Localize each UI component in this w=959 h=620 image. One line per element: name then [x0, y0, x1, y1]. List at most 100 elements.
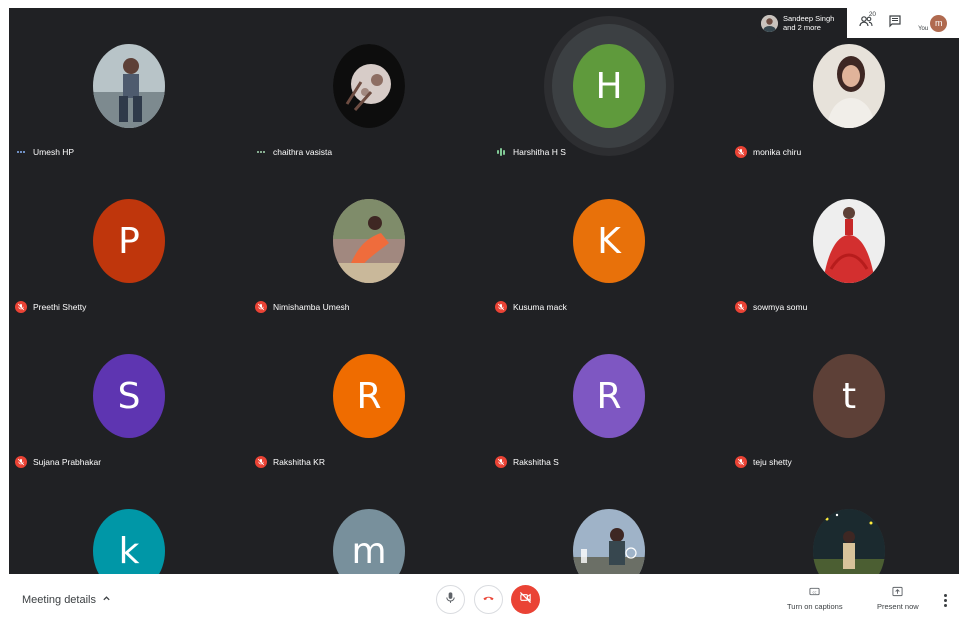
participant-avatar: S — [93, 354, 165, 438]
participant-name: Sujana Prabhakar — [33, 457, 102, 467]
participant-avatar: R — [333, 354, 405, 438]
participant-tile[interactable]: K Kusuma mack — [489, 163, 729, 318]
speaker-avatar — [761, 14, 778, 32]
audio-dots-icon — [255, 146, 267, 158]
participant-name-row: Nimishamba Umesh — [255, 299, 350, 315]
participant-name: chaithra vasista — [273, 147, 333, 157]
chat-button[interactable] — [888, 14, 902, 33]
speaker-name: Sandeep Singh — [783, 14, 835, 23]
participant-avatar: t — [813, 354, 885, 438]
participant-tile[interactable]: P Preethi Shetty — [9, 163, 249, 318]
participant-name: Harshitha H S — [513, 147, 566, 157]
participant-name-row: Umesh HP — [15, 144, 74, 160]
top-right-panel: Sandeep Singh and 2 more 20 You m — [757, 8, 959, 38]
participant-avatar — [573, 509, 645, 574]
participant-avatar — [813, 44, 885, 128]
participant-name: sowmya somu — [753, 302, 808, 312]
participant-tile[interactable]: Nimishamba Umesh — [249, 163, 489, 318]
mic-off-icon — [735, 456, 747, 468]
leave-call-button[interactable] — [474, 585, 503, 614]
participant-tile[interactable]: chaithra vasista — [249, 8, 489, 163]
mic-off-icon — [495, 456, 507, 468]
participant-tile[interactable]: H Harshitha H S — [489, 8, 729, 163]
more-options-button[interactable] — [944, 594, 947, 607]
camera-off-button[interactable] — [511, 585, 540, 614]
participant-name-row: Rakshitha S — [495, 454, 559, 470]
participant-avatar — [333, 44, 405, 128]
participant-name-row: Rakshitha KR — [255, 454, 325, 470]
self-view[interactable]: You m — [918, 14, 948, 32]
participant-avatar: R — [573, 354, 645, 438]
participant-name-row: chaithra vasista — [255, 144, 332, 160]
participant-name: Kusuma mack — [513, 302, 567, 312]
participant-name-row: Preethi Shetty — [15, 299, 86, 315]
participant-name: Nimishamba Umesh — [273, 302, 350, 312]
participant-avatar: P — [93, 199, 165, 283]
participant-name-row: Harshitha H S — [495, 144, 566, 160]
mic-off-icon — [255, 456, 267, 468]
participant-name: Rakshitha S — [513, 457, 559, 467]
participant-avatar — [333, 199, 405, 283]
audio-level-icon — [495, 146, 507, 158]
present-now-button[interactable]: Present now — [877, 586, 919, 611]
participant-avatar: K — [573, 199, 645, 283]
participant-avatar — [93, 44, 165, 128]
participant-name-row: Kusuma mack — [495, 299, 567, 315]
mic-off-icon — [255, 301, 267, 313]
camera-off-icon — [519, 591, 532, 609]
participant-tile[interactable]: R Rakshitha KR — [249, 318, 489, 473]
mic-off-icon — [15, 301, 27, 313]
participant-tile[interactable] — [489, 473, 729, 574]
top-toolbar: 20 You m — [847, 8, 959, 38]
svg-text:cc: cc — [813, 590, 817, 594]
participant-name: teju shetty — [753, 457, 792, 467]
speaker-more: and 2 more — [783, 23, 821, 32]
you-label: You — [918, 25, 929, 32]
self-avatar: m — [930, 14, 948, 32]
people-button[interactable]: 20 — [859, 10, 877, 33]
audio-dots-icon — [15, 146, 27, 158]
mic-off-icon — [495, 301, 507, 313]
participant-name-row: teju shetty — [735, 454, 792, 470]
mic-off-icon — [735, 301, 747, 313]
participant-tile[interactable]: S Sujana Prabhakar — [9, 318, 249, 473]
captions-button[interactable]: cc Turn on captions — [787, 586, 843, 611]
more-vert-icon — [944, 594, 947, 597]
participant-name: Preethi Shetty — [33, 302, 87, 312]
participant-tile[interactable]: Umesh HP — [9, 8, 249, 163]
participant-avatar: k — [93, 509, 165, 574]
participant-avatar — [813, 509, 885, 574]
captions-label: Turn on captions — [787, 602, 843, 611]
chevron-up-icon — [102, 594, 111, 606]
participant-avatar: m — [333, 509, 405, 574]
microphone-button[interactable] — [436, 585, 465, 614]
participant-name: monika chiru — [753, 147, 802, 157]
captions-icon: cc — [809, 586, 820, 599]
active-speakers-pill[interactable]: Sandeep Singh and 2 more — [757, 8, 847, 38]
participant-name: Rakshitha KR — [273, 457, 325, 467]
microphone-icon — [444, 591, 457, 609]
participant-tile[interactable] — [729, 473, 959, 574]
bottom-bar: Meeting details cc Turn on captions Pres… — [0, 574, 959, 620]
participant-name: Umesh HP — [33, 147, 75, 157]
meet-window: Umesh HP chaithra vasista H Harshitha H S mo… — [0, 0, 959, 620]
participant-name-row: sowmya somu — [735, 299, 807, 315]
hang-up-icon — [482, 591, 495, 609]
participant-tile[interactable]: R Rakshitha S — [489, 318, 729, 473]
meeting-details-button[interactable]: Meeting details — [22, 594, 111, 606]
mic-off-icon — [15, 456, 27, 468]
participant-name-row: Sujana Prabhakar — [15, 454, 101, 470]
present-label: Present now — [877, 602, 919, 611]
participant-name-row: monika chiru — [735, 144, 801, 160]
participant-tile[interactable]: k — [9, 473, 249, 574]
chat-icon — [888, 14, 902, 33]
participant-grid: Umesh HP chaithra vasista H Harshitha H S mo… — [9, 8, 959, 574]
participant-avatar: H — [573, 44, 645, 128]
participant-tile[interactable]: m — [249, 473, 489, 574]
meeting-details-label: Meeting details — [22, 594, 96, 606]
mic-off-icon — [735, 146, 747, 158]
participant-tile[interactable]: t teju shetty — [729, 318, 959, 473]
present-icon — [892, 586, 903, 599]
participant-tile[interactable]: sowmya somu — [729, 163, 959, 318]
participants-count: 20 — [868, 10, 877, 18]
